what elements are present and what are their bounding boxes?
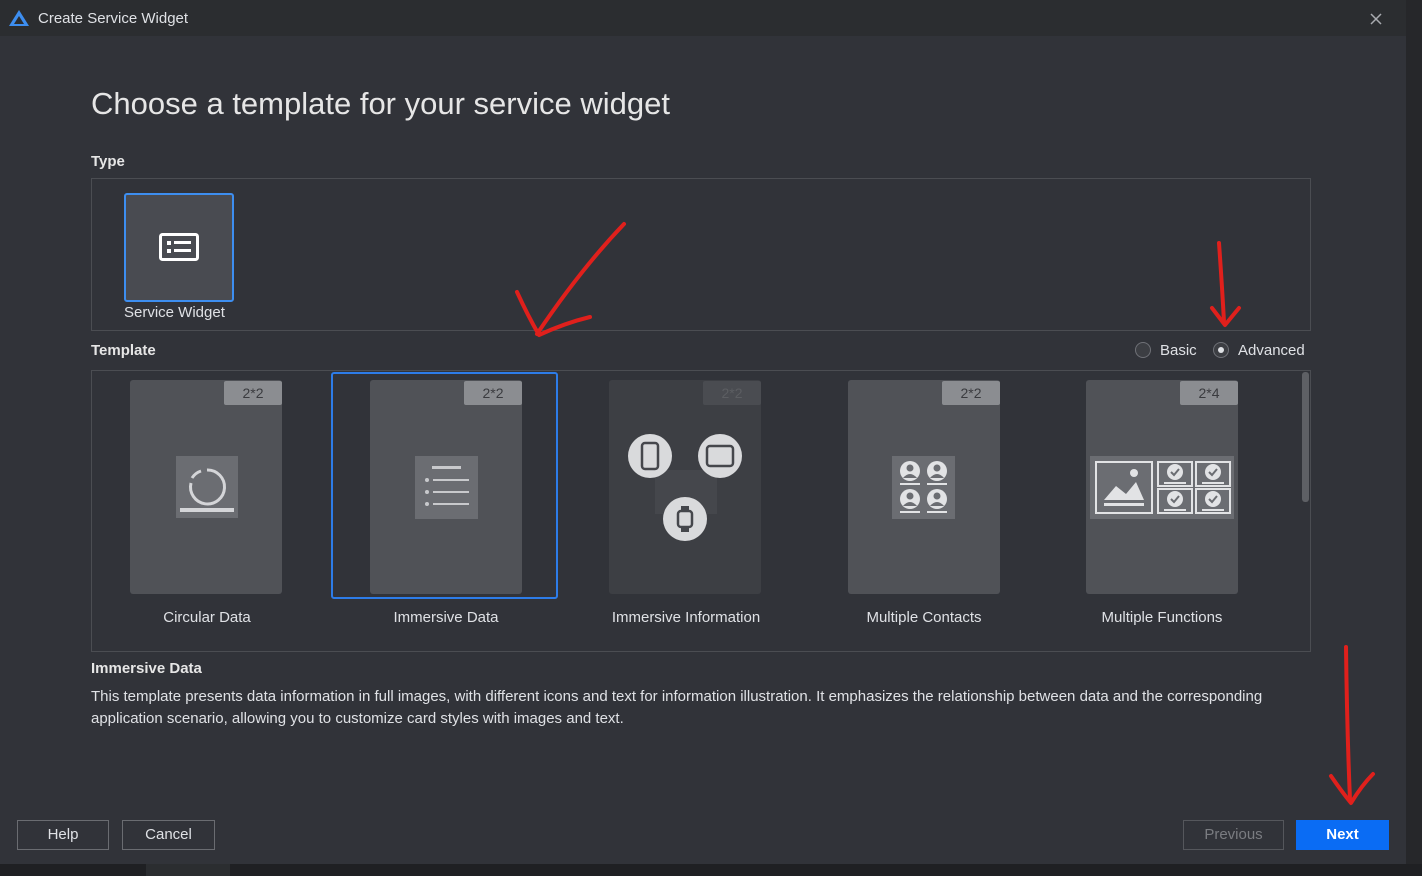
advanced-radio-button[interactable]	[1213, 342, 1229, 358]
service-widget-label: Service Widget	[124, 304, 225, 321]
multiple-functions-icon	[1090, 456, 1234, 519]
type-section-label: Type	[91, 153, 125, 170]
help-button[interactable]: Help	[17, 820, 109, 850]
template-label: Multiple Functions	[1101, 609, 1223, 626]
template-label: Circular Data	[163, 609, 251, 626]
size-badge: 2*2	[224, 381, 282, 405]
close-icon[interactable]	[1366, 9, 1386, 29]
right-edge-strip	[1406, 0, 1422, 864]
size-badge: 2*2	[703, 381, 761, 405]
basic-radio-label: Basic	[1160, 341, 1197, 359]
bottom-edge-strip	[0, 864, 1422, 876]
multiple-contacts-icon	[892, 456, 955, 519]
next-button[interactable]: Next	[1296, 820, 1389, 850]
template-preview: 2*2	[370, 380, 522, 594]
previous-button[interactable]: Previous	[1183, 820, 1284, 850]
page-title: Choose a template for your service widge…	[91, 86, 670, 121]
template-label: Multiple Contacts	[866, 609, 982, 626]
template-section-label: Template	[91, 342, 156, 359]
template-description-title: Immersive Data	[91, 660, 202, 677]
size-badge: 2*4	[1180, 381, 1238, 405]
circular-data-icon	[176, 456, 238, 518]
template-description-text: This template presents data information …	[91, 688, 1263, 727]
template-preview: 2*2	[609, 380, 761, 594]
advanced-radio-label: Advanced	[1238, 341, 1305, 359]
template-preview: 2*2	[848, 380, 1000, 594]
app-logo-icon	[9, 10, 29, 26]
type-panel	[91, 178, 1311, 331]
immersive-information-icon	[628, 434, 742, 541]
annotation-arrowhead-next	[1329, 772, 1375, 805]
size-badge: 2*2	[942, 381, 1000, 405]
annotation-arrow-next	[1344, 645, 1352, 802]
widget-list-icon	[159, 233, 199, 261]
basic-radio-button[interactable]	[1135, 342, 1151, 358]
size-badge: 2*2	[464, 381, 522, 405]
template-label: Immersive Data	[393, 609, 499, 626]
service-widget-type-card[interactable]	[124, 193, 234, 302]
template-list-scrollbar[interactable]	[1302, 372, 1309, 502]
create-service-widget-dialog: Create Service Widget Choose a template …	[0, 0, 1406, 864]
title-bar: Create Service Widget	[0, 0, 1406, 36]
template-label: Immersive Information	[611, 609, 761, 626]
immersive-data-icon	[415, 456, 478, 519]
advanced-radio[interactable]: Advanced	[1213, 340, 1305, 360]
template-preview: 2*4	[1086, 380, 1238, 594]
template-preview: 2*2	[130, 380, 282, 594]
basic-radio[interactable]: Basic	[1135, 340, 1197, 360]
cancel-button[interactable]: Cancel	[122, 820, 215, 850]
window-title: Create Service Widget	[38, 10, 189, 27]
